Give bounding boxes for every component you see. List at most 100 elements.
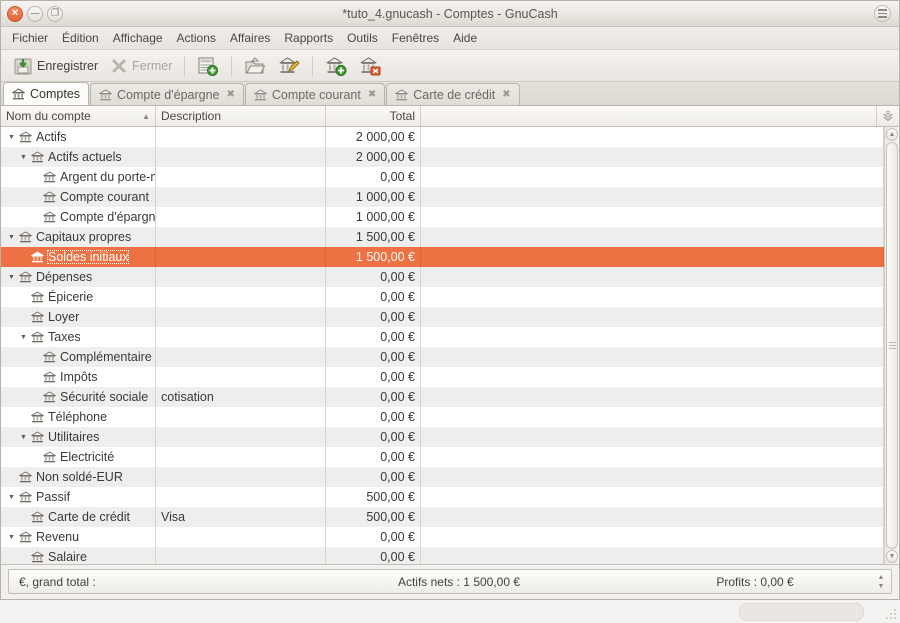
menu-fichier[interactable]: Fichier <box>5 29 55 47</box>
table-row[interactable]: ▼Dépenses0,00 € <box>1 267 884 287</box>
menu-outils[interactable]: Outils <box>340 29 385 47</box>
account-total-cell[interactable]: 0,00 € <box>326 547 421 564</box>
minimize-window-button[interactable]: — <box>27 6 43 22</box>
table-row[interactable]: ▼Non soldé-EUR 0,00 € <box>1 467 884 487</box>
account-total-cell[interactable]: 0,00 € <box>326 427 421 447</box>
tab-close-icon[interactable]: ✖ <box>502 89 510 100</box>
account-total-cell[interactable]: 0,00 € <box>326 347 421 367</box>
account-total-cell[interactable]: 0,00 € <box>326 267 421 287</box>
table-row[interactable]: ▼Capitaux propres 1 500,00 € <box>1 227 884 247</box>
table-row[interactable]: ▼Salaire0,00 € <box>1 547 884 564</box>
column-header-total[interactable]: Total <box>326 106 421 126</box>
account-name-cell[interactable]: ▼Non soldé-EUR <box>1 467 156 487</box>
account-description-cell[interactable] <box>156 267 326 287</box>
save-button[interactable]: Enregistrer <box>8 54 103 78</box>
account-total-cell[interactable]: 0,00 € <box>326 467 421 487</box>
table-row[interactable]: ▼Actifs actuels2 000,00 € <box>1 147 884 167</box>
expander-collapse-icon[interactable]: ▼ <box>7 234 16 241</box>
account-name-cell[interactable]: ▼Argent du porte-mo <box>1 167 156 187</box>
tab-compte-d-epargne[interactable]: Compte d'épargne ✖ <box>90 83 244 105</box>
account-total-cell[interactable]: 1 500,00 € <box>326 227 421 247</box>
expander-collapse-icon[interactable]: ▼ <box>7 494 16 501</box>
account-total-cell[interactable]: 0,00 € <box>326 327 421 347</box>
account-name-cell[interactable]: ▼Taxes <box>1 327 156 347</box>
account-total-cell[interactable]: 0,00 € <box>326 527 421 547</box>
menu-rapports[interactable]: Rapports <box>277 29 340 47</box>
tab-close-icon[interactable]: ✖ <box>227 89 235 100</box>
summary-spinner[interactable]: ▲ ▼ <box>875 572 887 591</box>
account-description-cell[interactable] <box>156 207 326 227</box>
expander-collapse-icon[interactable]: ▼ <box>7 534 16 541</box>
account-description-cell[interactable] <box>156 487 326 507</box>
account-name-cell[interactable]: ▼Compte d'épargne <box>1 207 156 227</box>
account-description-cell[interactable] <box>156 467 326 487</box>
account-name-cell[interactable]: ▼Téléphone <box>1 407 156 427</box>
account-total-cell[interactable]: 1 000,00 € <box>326 187 421 207</box>
tab-close-icon[interactable]: ✖ <box>368 89 376 100</box>
close-tab-button[interactable]: Fermer <box>105 55 177 77</box>
account-description-cell[interactable] <box>156 167 326 187</box>
column-chooser-button[interactable] <box>877 106 899 126</box>
account-name-cell[interactable]: ▼Revenu <box>1 527 156 547</box>
account-total-cell[interactable]: 0,00 € <box>326 367 421 387</box>
account-name-cell[interactable]: ▼Soldes initiaux <box>1 247 156 267</box>
account-total-cell[interactable]: 0,00 € <box>326 447 421 467</box>
account-name-cell[interactable]: ▼Sécurité sociale <box>1 387 156 407</box>
account-name-cell[interactable]: ▼Impôts <box>1 367 156 387</box>
account-description-cell[interactable] <box>156 547 326 564</box>
new-account-button[interactable] <box>192 54 224 78</box>
account-total-cell[interactable]: 0,00 € <box>326 307 421 327</box>
hamburger-menu-icon[interactable] <box>874 5 891 22</box>
account-description-cell[interactable] <box>156 407 326 427</box>
menu-affaires[interactable]: Affaires <box>223 29 277 47</box>
account-description-cell[interactable] <box>156 527 326 547</box>
account-description-cell[interactable] <box>156 327 326 347</box>
table-row[interactable]: ▼Impôts 0,00 € <box>1 367 884 387</box>
expander-collapse-icon[interactable]: ▼ <box>7 274 16 281</box>
account-total-cell[interactable]: 0,00 € <box>326 287 421 307</box>
account-total-cell[interactable]: 0,00 € <box>326 407 421 427</box>
scroll-up-button[interactable]: ▲ <box>886 128 898 141</box>
account-name-cell[interactable]: ▼Capitaux propres <box>1 227 156 247</box>
delete-account-button[interactable] <box>354 54 386 78</box>
menu-affichage[interactable]: Affichage <box>106 29 170 47</box>
column-header-description[interactable]: Description <box>156 106 326 126</box>
account-name-cell[interactable]: ▼Actifs actuels <box>1 147 156 167</box>
table-row[interactable]: ▼Passif500,00 € <box>1 487 884 507</box>
table-row[interactable]: ▼Complémentaire m 0,00 € <box>1 347 884 367</box>
account-name-cell[interactable]: ▼Épicerie <box>1 287 156 307</box>
account-total-cell[interactable]: 2 000,00 € <box>326 127 421 147</box>
account-name-cell[interactable]: ▼Electricité <box>1 447 156 467</box>
table-row[interactable]: ▼Compte d'épargne 1 000,00 € <box>1 207 884 227</box>
account-description-cell[interactable]: cotisation <box>156 387 326 407</box>
account-name-cell[interactable]: ▼Loyer <box>1 307 156 327</box>
scrollbar-thumb[interactable] <box>886 142 898 549</box>
table-row[interactable]: ▼Loyer 0,00 € <box>1 307 884 327</box>
expander-collapse-icon[interactable]: ▼ <box>19 154 28 161</box>
tab-comptes[interactable]: Comptes <box>3 82 89 105</box>
account-description-cell[interactable] <box>156 307 326 327</box>
account-description-cell[interactable] <box>156 367 326 387</box>
new-sub-account-button[interactable] <box>320 54 352 78</box>
menu-edition[interactable]: Édition <box>55 29 106 47</box>
tree-vertical-scrollbar[interactable]: ▲ ▼ <box>884 127 899 564</box>
table-row[interactable]: ▼Carte de créditVisa500,00 € <box>1 507 884 527</box>
tab-compte-courant[interactable]: Compte courant ✖ <box>245 83 385 105</box>
menu-fenetres[interactable]: Fenêtres <box>385 29 446 47</box>
account-description-cell[interactable] <box>156 427 326 447</box>
account-name-cell[interactable]: ▼Utilitaires <box>1 427 156 447</box>
account-total-cell[interactable]: 500,00 € <box>326 507 421 527</box>
account-description-cell[interactable] <box>156 227 326 247</box>
account-name-cell[interactable]: ▼Passif <box>1 487 156 507</box>
account-name-cell[interactable]: ▼Complémentaire m <box>1 347 156 367</box>
resize-grip-icon[interactable] <box>886 609 898 621</box>
table-row[interactable]: ▼Revenu 0,00 € <box>1 527 884 547</box>
table-row[interactable]: ▼Electricité 0,00 € <box>1 447 884 467</box>
maximize-window-button[interactable]: ❐ <box>47 6 63 22</box>
table-row[interactable]: ▼Taxes 0,00 € <box>1 327 884 347</box>
edit-account-button[interactable] <box>273 54 305 78</box>
table-row[interactable]: ▼Actifs2 000,00 € <box>1 127 884 147</box>
table-row[interactable]: ▼Compte courant1 000,00 € <box>1 187 884 207</box>
menu-aide[interactable]: Aide <box>446 29 484 47</box>
account-total-cell[interactable]: 1 000,00 € <box>326 207 421 227</box>
